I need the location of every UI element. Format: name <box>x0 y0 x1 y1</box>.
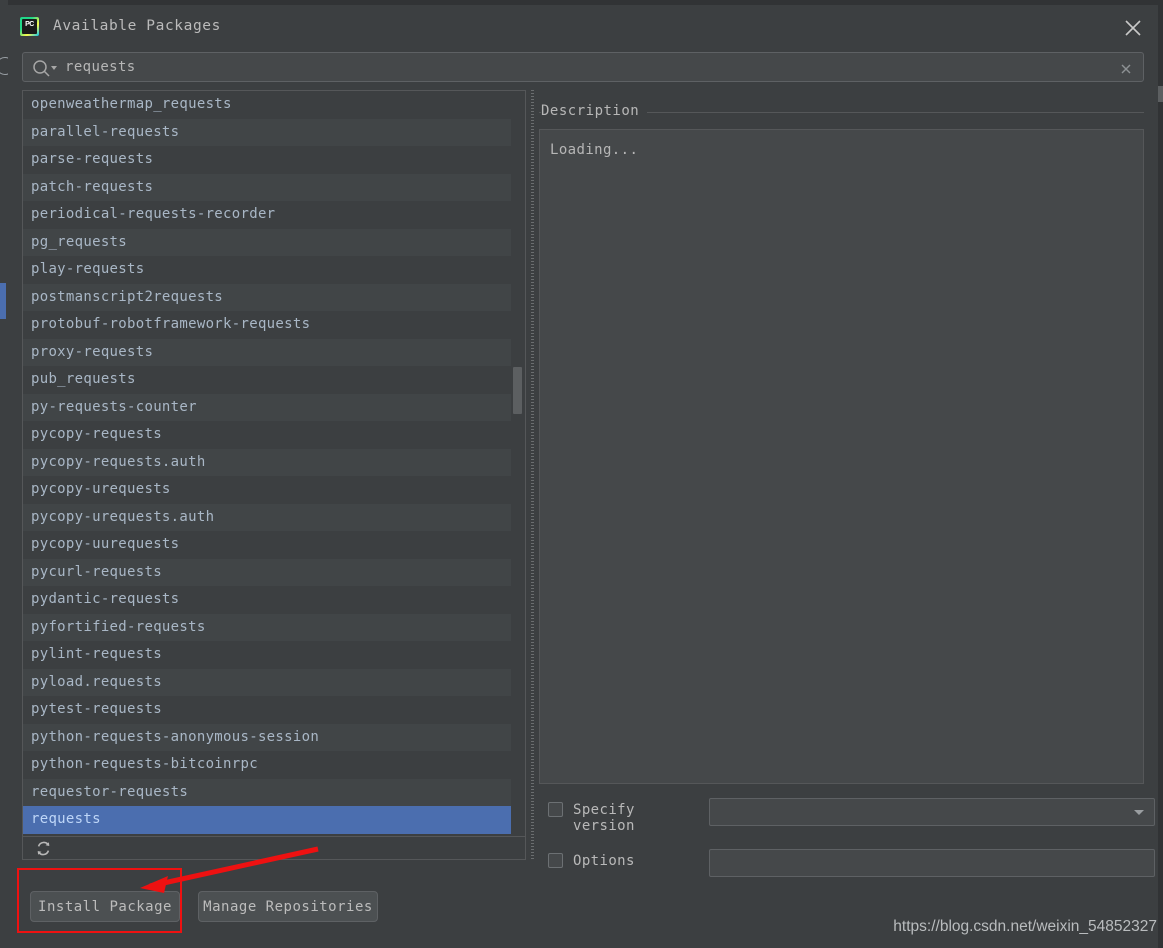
available-packages-dialog: PC Available Packages requests openweath… <box>8 5 1158 943</box>
package-list-item[interactable]: periodical-requests-recorder <box>23 201 511 229</box>
screen: PC Available Packages requests openweath… <box>0 0 1163 948</box>
package-list-panel: openweathermap_requests parallel-requests… <box>22 90 526 860</box>
chevron-down-icon[interactable] <box>1134 810 1144 815</box>
description-content-box: Loading... <box>539 129 1144 784</box>
refresh-icon[interactable] <box>35 840 52 857</box>
package-list-item[interactable]: parallel-requests <box>23 118 511 146</box>
package-list-item[interactable]: py-requests-counter <box>23 393 511 421</box>
search-input-value[interactable]: requests <box>65 59 136 75</box>
package-list-item[interactable]: pycopy-uurequests <box>23 531 511 559</box>
search-icon[interactable] <box>32 59 58 77</box>
ide-background-strip <box>0 0 8 948</box>
options-label: Options <box>573 853 635 869</box>
package-list-item[interactable]: pyfortified-requests <box>23 613 511 641</box>
clear-icon[interactable] <box>1119 61 1133 75</box>
search-field[interactable]: requests <box>22 52 1144 82</box>
package-list-item[interactable]: pycopy-requests <box>23 421 511 449</box>
description-body-text: Loading... <box>550 142 639 158</box>
package-list-item[interactable]: pylint-requests <box>23 641 511 669</box>
package-list-item[interactable]: pub_requests <box>23 366 511 394</box>
package-list-item[interactable]: postmanscript2requests <box>23 283 511 311</box>
install-package-button[interactable]: Install Package <box>30 891 180 922</box>
dialog-titlebar: PC Available Packages <box>8 5 1158 48</box>
package-list-item[interactable]: python-requests-bitcoinrpc <box>23 751 511 779</box>
manage-repositories-button[interactable]: Manage Repositories <box>198 891 378 922</box>
package-list-item[interactable]: parse-requests <box>23 146 511 174</box>
package-list-scrollbar[interactable] <box>511 92 524 858</box>
splitter-grip <box>531 90 534 860</box>
package-list-item[interactable]: protobuf-robotframework-requests <box>23 311 511 339</box>
package-list-item[interactable]: requestor-requests <box>23 778 511 806</box>
package-list-item[interactable]: play-requests <box>23 256 511 284</box>
scrollbar-thumb[interactable] <box>513 367 522 414</box>
package-list-item[interactable]: pycurl-requests <box>23 558 511 586</box>
specify-version-checkbox[interactable] <box>548 802 563 817</box>
main-split-area: openweathermap_requests parallel-requests… <box>22 90 1155 877</box>
package-list-item[interactable]: pg_requests <box>23 228 511 256</box>
pycharm-icon: PC <box>20 17 39 36</box>
package-list-item[interactable]: requests <box>23 806 511 834</box>
panel-splitter[interactable] <box>529 90 537 860</box>
version-dropdown[interactable] <box>709 798 1155 826</box>
package-list-item[interactable]: python-requests-anonymous-session <box>23 723 511 751</box>
package-list-item[interactable]: pydantic-requests <box>23 586 511 614</box>
pycharm-icon-label: PC <box>22 19 37 34</box>
watermark-text: https://blog.csdn.net/weixin_54852327 <box>893 918 1157 935</box>
specify-version-label: Specify version <box>573 802 635 834</box>
package-list-item[interactable]: pycopy-urequests <box>23 476 511 504</box>
description-title: Description <box>541 103 648 119</box>
package-list-item[interactable]: proxy-requests <box>23 338 511 366</box>
ide-selection-marker <box>0 283 6 319</box>
package-list-item[interactable]: patch-requests <box>23 173 511 201</box>
list-toolbar <box>23 836 525 859</box>
description-panel: Description Loading... Specify version O… <box>539 90 1155 877</box>
package-list-item[interactable]: openweathermap_requests <box>23 91 511 119</box>
package-list-item[interactable]: pytest-requests <box>23 696 511 724</box>
package-list[interactable]: openweathermap_requests parallel-requests… <box>23 91 511 859</box>
close-icon[interactable] <box>1120 15 1146 41</box>
ide-right-edge <box>1158 0 1163 948</box>
description-header: Description <box>539 103 1144 121</box>
package-list-item[interactable]: pycopy-requests.auth <box>23 448 511 476</box>
package-list-item[interactable]: pyload.requests <box>23 668 511 696</box>
package-list-item[interactable]: pycopy-urequests.auth <box>23 503 511 531</box>
options-checkbox[interactable] <box>548 853 563 868</box>
options-input[interactable] <box>709 849 1155 877</box>
dialog-title: Available Packages <box>53 18 221 34</box>
